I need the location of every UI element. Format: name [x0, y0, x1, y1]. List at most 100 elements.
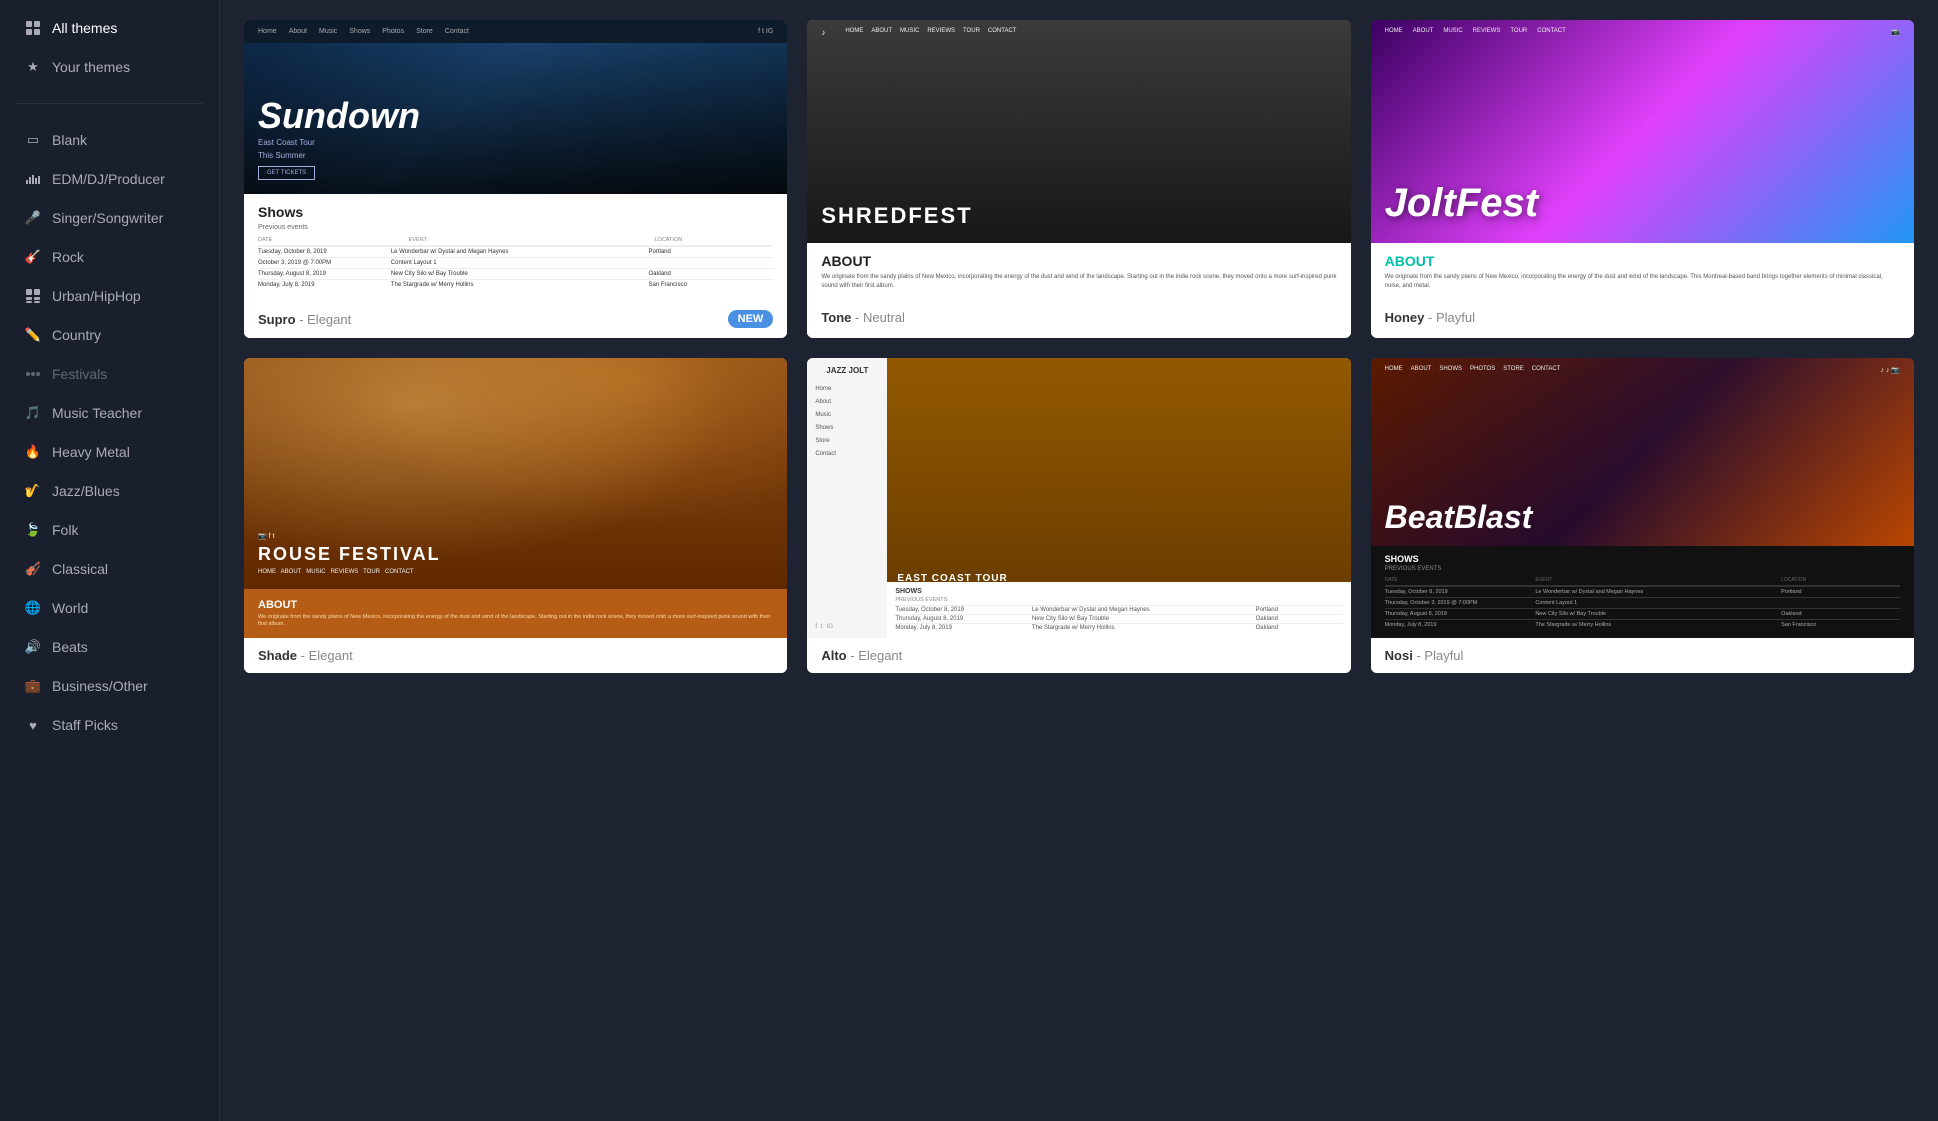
tone-hero: ♪ HOMEABOUTMUSICREVIEWSTOURCONTACT SHRED…	[807, 20, 1350, 243]
sidebar-item-label: Urban/HipHop	[52, 288, 141, 304]
nosi-footer: Nosi - Playful	[1371, 638, 1914, 673]
flame-icon: 🔥	[24, 443, 42, 461]
tone-preview: ♪ HOMEABOUTMUSICREVIEWSTOURCONTACT SHRED…	[807, 20, 1350, 300]
theme-card-tone[interactable]: ♪ HOMEABOUTMUSICREVIEWSTOURCONTACT SHRED…	[807, 20, 1350, 338]
theme-card-honey[interactable]: HOMEABOUTMUSICREVIEWSTOURCONTACT 📷 JoltF…	[1371, 20, 1914, 338]
alto-shows-row-2: Thursday, August 8, 2019 New City Silo w…	[895, 614, 1342, 623]
grid-icon	[24, 19, 42, 37]
cube-icon	[24, 287, 42, 305]
shade-footer: Shade - Elegant	[244, 638, 787, 673]
sidebar-item-classical[interactable]: 🎻 Classical	[6, 550, 213, 588]
honey-name: Honey - Playful	[1385, 310, 1475, 325]
sidebar-item-label: Staff Picks	[52, 717, 118, 733]
supro-style: - Elegant	[299, 312, 351, 327]
shade-preview: 📷 f t ROUSE FESTIVAL HOME ABOUT MUSIC RE…	[244, 358, 787, 638]
supro-nav: HomeAboutMusicShowsPhotosStoreContact f …	[244, 20, 787, 43]
shows-row-3: Thursday, August 8, 2019 New City Silo w…	[258, 268, 773, 279]
sidebar-item-singer[interactable]: 🎤 Singer/Songwriter	[6, 199, 213, 237]
sidebar-item-label: Folk	[52, 522, 78, 538]
alto-menu-about: About	[815, 397, 879, 407]
sidebar-item-urban[interactable]: Urban/HipHop	[6, 277, 213, 315]
sidebar-item-blank[interactable]: ▭ Blank	[6, 121, 213, 159]
main-content: HomeAboutMusicShowsPhotosStoreContact f …	[220, 0, 1938, 1121]
tone-content: SHREDFEST	[821, 203, 972, 229]
nosi-shows: SHOWS PREVIOUS EVENTS DATEEVENTLOCATION …	[1371, 546, 1914, 638]
honey-preview: HOMEABOUTMUSICREVIEWSTOURCONTACT 📷 JoltF…	[1371, 20, 1914, 300]
supro-shows-label: Previous events	[258, 224, 773, 231]
nosi-shows-sub: PREVIOUS EVENTS	[1385, 566, 1900, 572]
nosi-nav: HOMEABOUTSHOWSPHOTOSSTORECONTACT ♪ ♪ 📷	[1371, 358, 1914, 382]
sidebar-item-world[interactable]: 🌐 World	[6, 589, 213, 627]
alto-menu-contact: Contact	[815, 449, 879, 459]
shade-style: - Elegant	[301, 648, 353, 663]
divider	[16, 103, 203, 104]
sidebar-item-label: Jazz/Blues	[52, 483, 120, 499]
supro-hero-sub2: This Summer	[258, 151, 773, 160]
honey-hero-title: JoltFest	[1385, 183, 1538, 223]
sidebar-item-rock[interactable]: 🎸 Rock	[6, 238, 213, 276]
tone-nav: ♪ HOMEABOUTMUSICREVIEWSTOURCONTACT	[807, 20, 1350, 45]
tone-footer: Tone - Neutral	[807, 300, 1350, 335]
shows-row-4: Monday, July 8, 2019 The Stargrade w/ Me…	[258, 279, 773, 290]
sidebar-item-label: EDM/DJ/Producer	[52, 171, 165, 187]
tone-style: - Neutral	[855, 310, 905, 325]
grid-sm-icon	[24, 365, 42, 383]
sidebar-item-heavy-metal[interactable]: 🔥 Heavy Metal	[6, 433, 213, 471]
nosi-name: Nosi - Playful	[1385, 648, 1464, 663]
shade-content: 📷 f t ROUSE FESTIVAL HOME ABOUT MUSIC RE…	[258, 532, 441, 575]
sidebar-item-all-themes[interactable]: All themes	[6, 9, 213, 47]
alto-sidebar-left: JAZZ JOLT Home About Music Shows Store C…	[807, 358, 887, 638]
sidebar-item-label: Classical	[52, 561, 108, 577]
shade-social: 📷 f t	[258, 532, 441, 540]
sidebar-item-staff-picks[interactable]: ♥ Staff Picks	[6, 706, 213, 744]
star-icon: ★	[24, 58, 42, 76]
honey-nav: HOMEABOUTMUSICREVIEWSTOURCONTACT 📷	[1371, 20, 1914, 44]
sidebar-item-label: All themes	[52, 20, 117, 36]
sidebar-item-label: Blank	[52, 132, 87, 148]
sidebar-item-edm[interactable]: EDM/DJ/Producer	[6, 160, 213, 198]
supro-badge: NEW	[728, 310, 774, 328]
alto-social: ftIG	[815, 624, 879, 630]
shade-about-text: We originate from the sandy plains of Ne…	[258, 614, 773, 628]
alto-preview: JAZZ JOLT Home About Music Shows Store C…	[807, 358, 1350, 638]
alto-menu-home: Home	[815, 384, 879, 394]
alto-shows-row-3: Monday, July 8, 2019 The Stargrade w/ Me…	[895, 623, 1342, 632]
sidebar-item-label: World	[52, 600, 88, 616]
tone-hero-title: SHREDFEST	[821, 203, 972, 229]
wave-icon: 🎻	[24, 560, 42, 578]
honey-footer: Honey - Playful	[1371, 300, 1914, 335]
sidebar-item-business[interactable]: 💼 Business/Other	[6, 667, 213, 705]
honey-about: ABOUT We originate from the sandy plains…	[1371, 243, 1914, 300]
sidebar-item-label: Country	[52, 327, 101, 343]
nosi-preview: HOMEABOUTSHOWSPHOTOSSTORECONTACT ♪ ♪ 📷 B…	[1371, 358, 1914, 638]
nosi-row-1: Tuesday, October 8, 2019 Le Wonderbar w/…	[1385, 586, 1900, 597]
alto-style: - Elegant	[850, 648, 902, 663]
shade-about: ABOUT We originate from the sandy plains…	[244, 589, 787, 638]
sidebar-item-music-teacher[interactable]: 🎵 Music Teacher	[6, 394, 213, 432]
theme-card-alto[interactable]: JAZZ JOLT Home About Music Shows Store C…	[807, 358, 1350, 673]
leaf-icon: 🍃	[24, 521, 42, 539]
theme-card-supro[interactable]: HomeAboutMusicShowsPhotosStoreContact f …	[244, 20, 787, 338]
supro-footer: Supro - Elegant NEW	[244, 300, 787, 338]
nosi-row-2: Thursday, October 3, 2019 @ 7:00PM Conte…	[1385, 597, 1900, 608]
supro-preview: HomeAboutMusicShowsPhotosStoreContact f …	[244, 20, 787, 300]
sidebar-item-label: Your themes	[52, 59, 130, 75]
sidebar-item-folk[interactable]: 🍃 Folk	[6, 511, 213, 549]
sidebar-item-country[interactable]: ✏️ Country	[6, 316, 213, 354]
alto-layout: JAZZ JOLT Home About Music Shows Store C…	[807, 358, 1350, 638]
sidebar-item-festivals[interactable]: Festivals	[6, 355, 213, 393]
supro-shows: Shows Previous events DATEEVENTLOCATION …	[244, 194, 787, 300]
pencil-icon: ✏️	[24, 326, 42, 344]
theme-card-nosi[interactable]: HOMEABOUTSHOWSPHOTOSSTORECONTACT ♪ ♪ 📷 B…	[1371, 358, 1914, 673]
honey-about-title: ABOUT	[1385, 253, 1900, 269]
sidebar-item-jazz[interactable]: 🎷 Jazz/Blues	[6, 472, 213, 510]
sidebar-item-beats[interactable]: 🔊 Beats	[6, 628, 213, 666]
bars-icon	[24, 170, 42, 188]
sidebar-item-your-themes[interactable]: ★ Your themes	[6, 48, 213, 86]
tone-about: ABOUT We originate from the sandy plains…	[807, 243, 1350, 300]
theme-card-shade[interactable]: 📷 f t ROUSE FESTIVAL HOME ABOUT MUSIC RE…	[244, 358, 787, 673]
honey-hero: HOMEABOUTMUSICREVIEWSTOURCONTACT 📷 JoltF…	[1371, 20, 1914, 243]
sidebar-item-label: Business/Other	[52, 678, 148, 694]
nosi-hero-title: BeatBlast	[1385, 499, 1533, 536]
square-icon: ▭	[24, 131, 42, 149]
